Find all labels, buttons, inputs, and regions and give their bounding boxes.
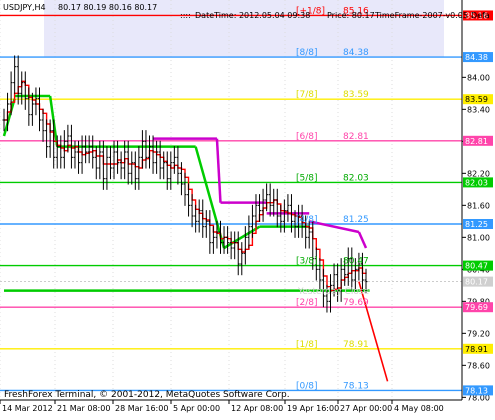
y-axis-tick-label: 82.20 bbox=[467, 169, 490, 178]
murrey-level-label: [3/8] bbox=[296, 257, 318, 267]
price-tag-label: 79.69 bbox=[465, 303, 488, 312]
price-tag-label: 81.25 bbox=[465, 220, 488, 229]
price-tag-label: 84.38 bbox=[465, 53, 488, 62]
price-tag-label: 80.17 bbox=[465, 278, 488, 287]
x-axis-tick-label: 28 Mar 16:00 bbox=[115, 404, 168, 413]
murrey-level-value: 79.69 bbox=[343, 298, 369, 308]
header-right-label: Defa bbox=[471, 11, 490, 20]
price-tag-label: 78.13 bbox=[465, 386, 488, 395]
price-label: Price: 80.17 bbox=[327, 11, 375, 20]
x-axis-tick-label: 19 Apr 16:00 bbox=[287, 404, 339, 413]
price-tag-label: 82.81 bbox=[465, 137, 488, 146]
copyright-label: FreshForex Terminal, © 2001-2012, MetaQu… bbox=[4, 390, 290, 400]
price-tag-label: 83.59 bbox=[465, 95, 488, 104]
price-tag-label: 78.91 bbox=[465, 345, 488, 354]
murrey-level-label: [6/8] bbox=[296, 132, 318, 142]
murrey-level-label: [5/8] bbox=[296, 173, 318, 183]
price-tag-label: 82.03 bbox=[465, 178, 488, 187]
murrey-level-value: 78.13 bbox=[343, 381, 369, 391]
y-axis-tick-label: 83.40 bbox=[467, 105, 490, 114]
murrey-level-value: 84.38 bbox=[343, 48, 369, 58]
murrey-level-label: [7/8] bbox=[296, 90, 318, 100]
murrey-level-label: [0/8] bbox=[296, 381, 318, 391]
murrey-level-label: [4/8] bbox=[296, 215, 318, 225]
murrey-level-value: 83.59 bbox=[343, 90, 369, 100]
price-tag-label: 80.47 bbox=[465, 262, 488, 271]
x-axis-tick-label: 21 Mar 08:00 bbox=[57, 404, 110, 413]
murrey-level-value: 82.81 bbox=[343, 132, 369, 142]
x-axis-tick-label: 4 May 08:00 bbox=[394, 404, 444, 413]
chart-window: [+1/8] 85.16 [8/8] 84.38 [7/8] 83.59 [6/8] 82.8… bbox=[0, 0, 495, 416]
y-axis-tick-label: 78.60 bbox=[467, 361, 490, 370]
chart-svg: [+1/8] 85.16[8/8] 84.38[7/8] 83.59[6/8] 82.8… bbox=[0, 0, 493, 413]
murrey-level-value: 81.25 bbox=[343, 215, 369, 225]
x-axis-tick-label: 5 Apr 00:00 bbox=[173, 404, 220, 413]
x-axis-tick-label: 27 Apr 00:00 bbox=[340, 404, 392, 413]
y-axis-tick-label: 81.00 bbox=[467, 233, 490, 242]
info-marker: :::: bbox=[180, 11, 191, 20]
plot-background bbox=[0, 0, 462, 400]
datetime-label: DateTime: 2012.05.04 09:38 bbox=[195, 11, 310, 20]
murrey-level-value: 80.47 bbox=[343, 257, 369, 267]
x-axis-tick-label: 12 Apr 08:00 bbox=[231, 404, 283, 413]
murrey-level-value: 78.91 bbox=[343, 340, 369, 350]
x-axis-tick-label: 14 Mar 2012 bbox=[2, 404, 53, 413]
ohlc-label: 80.17 80.19 80.16 80.17 bbox=[58, 3, 157, 12]
timeframe-label: TimeFrame-2007-v0.05 bbox=[374, 11, 468, 20]
murrey-level-label: [1/8] bbox=[296, 340, 318, 350]
y-axis-tick-label: 84.00 bbox=[467, 73, 490, 82]
murrey-level-value: 82.03 bbox=[343, 173, 369, 183]
murrey-level-label: [8/8] bbox=[296, 48, 318, 58]
yesterday-close-watermark: Yesterday Close bbox=[297, 287, 370, 297]
murrey-level-label: [2/8] bbox=[296, 298, 318, 308]
symbol-label: USDJPY,H4 bbox=[3, 3, 46, 12]
y-axis-tick-label: 81.60 bbox=[467, 201, 490, 210]
y-axis-tick-label: 79.20 bbox=[467, 329, 490, 338]
